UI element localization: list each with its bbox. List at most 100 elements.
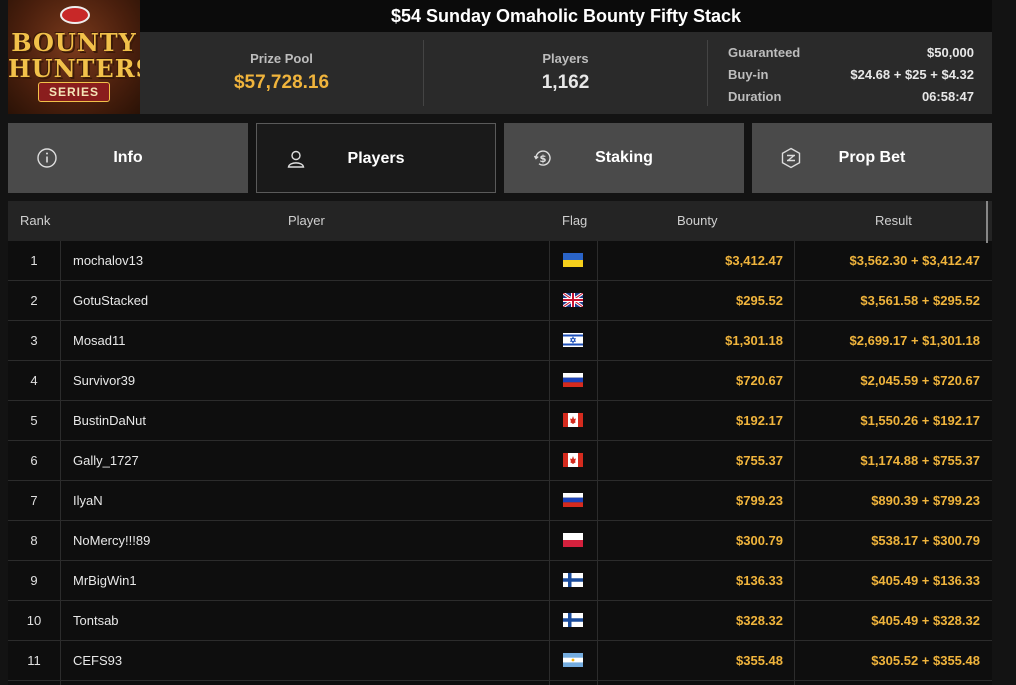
- result-cell: $405.49 + $328.32: [871, 613, 980, 628]
- buyin-label: Buy-in: [728, 67, 769, 82]
- guaranteed-label: Guaranteed: [728, 45, 801, 60]
- table-row[interactable]: 10 Tontsab $328.32 $405.49 + $328.32: [8, 601, 992, 641]
- tab-players[interactable]: Players: [256, 123, 496, 193]
- players-label: Players: [542, 51, 589, 66]
- rank-cell: 5: [30, 413, 38, 428]
- rank-cell: 3: [30, 333, 38, 348]
- bounty-cell: $799.23: [736, 493, 783, 508]
- result-cell: $2,045.59 + $720.67: [860, 373, 980, 388]
- bounty-cell: $328.32: [736, 613, 783, 628]
- result-cell: $890.39 + $799.23: [871, 493, 980, 508]
- player-name-cell[interactable]: mochalov13: [73, 241, 143, 281]
- tab-prop-bet-label: Prop Bet: [838, 149, 906, 166]
- stats-bar: Prize Pool $57,728.16 Players 1,162 Guar…: [140, 32, 992, 114]
- result-cell: $3,562.30 + $3,412.47: [849, 253, 980, 268]
- logo-line-2: HUNTERS: [8, 54, 140, 83]
- rank-cell: 7: [30, 493, 38, 508]
- table-row[interactable]: 11 CEFS93 $355.48 $305.52 + $355.48: [8, 641, 992, 681]
- result-cell: $1,174.88 + $755.37: [860, 453, 980, 468]
- table-row[interactable]: 4 Survivor39 $720.67 $2,045.59 + $720.67: [8, 361, 992, 401]
- country-flag-icon: [562, 291, 584, 309]
- header-rank[interactable]: Rank: [20, 201, 50, 241]
- country-flag-icon: [563, 573, 583, 587]
- tab-players-label: Players: [347, 150, 405, 167]
- players-value: 1,162: [541, 72, 590, 93]
- guaranteed-row: Guaranteed $50,000: [728, 42, 974, 64]
- rank-cell: 11: [27, 653, 41, 668]
- table-row[interactable]: 3 Mosad11 $1,301.18 $2,699.17 + $1,301.18: [8, 321, 992, 361]
- players-stat: Players 1,162: [424, 32, 707, 114]
- player-name-cell[interactable]: GotuStacked: [73, 281, 148, 321]
- buyin-row: Buy-in $24.68 + $25 + $4.32: [728, 64, 974, 86]
- duration-value: 06:58:47: [921, 89, 974, 104]
- poker-chip-icon: [60, 6, 90, 24]
- table-row[interactable]: 8 NoMercy!!!89 $300.79 $538.17 + $300.79: [8, 521, 992, 561]
- tab-staking[interactable]: $ Staking: [504, 123, 744, 193]
- tab-bar: Info Players $ Staking Prop Bet: [8, 123, 992, 193]
- prize-pool-value: $57,728.16: [233, 72, 330, 93]
- result-cell: $538.17 + $300.79: [871, 533, 980, 548]
- bounty-cell: $295.52: [736, 293, 783, 308]
- bounty-cell: $720.67: [736, 373, 783, 388]
- country-flag-icon: [563, 653, 583, 667]
- buyin-value: $24.68 + $25 + $4.32: [850, 67, 974, 82]
- bounty-cell: $192.17: [736, 413, 783, 428]
- stat-divider: [707, 40, 708, 106]
- bounty-cell: $755.37: [736, 453, 783, 468]
- result-cell: $3,561.58 + $295.52: [860, 293, 980, 308]
- country-flag-icon: [563, 373, 583, 387]
- scrollbar[interactable]: [986, 201, 988, 243]
- player-name-cell[interactable]: Mosad11: [73, 321, 126, 361]
- rank-cell: 4: [30, 373, 38, 388]
- prize-pool-stat: Prize Pool $57,728.16: [140, 32, 423, 114]
- player-name-cell[interactable]: MrBigWin1: [73, 561, 137, 601]
- rank-cell: 8: [30, 533, 38, 548]
- table-row[interactable]: 5 BustinDaNut $192.17 $1,550.26 + $192.17: [8, 401, 992, 441]
- player-name-cell[interactable]: BustinDaNut: [73, 401, 146, 441]
- header-player[interactable]: Player: [288, 201, 325, 241]
- prize-pool-label: Prize Pool: [250, 51, 313, 66]
- header-bounty[interactable]: Bounty: [677, 201, 717, 241]
- guaranteed-value: $50,000: [927, 45, 974, 60]
- country-flag-icon: [563, 613, 583, 627]
- rank-cell: 1: [30, 253, 38, 268]
- header-flag[interactable]: Flag: [562, 201, 587, 241]
- country-flag-icon: [563, 533, 583, 547]
- table-row[interactable]: 2 GotuStacked $295.52 $3,561.58 + $295.52: [8, 281, 992, 321]
- tab-prop-bet[interactable]: Prop Bet: [752, 123, 992, 193]
- tournament-title: $54 Sunday Omaholic Bounty Fifty Stack: [140, 0, 992, 32]
- duration-label: Duration: [728, 89, 782, 104]
- table-row[interactable]: 9 MrBigWin1 $136.33 $405.49 + $136.33: [8, 561, 992, 601]
- logo-line-1: BOUNTY: [11, 28, 137, 57]
- player-name-cell[interactable]: Survivor39: [73, 361, 135, 401]
- players-table: Rank Player Flag Bounty Result 1 mochalov…: [8, 201, 992, 685]
- bounty-hunters-logo: BOUNTY HUNTERS SERIES: [8, 0, 140, 114]
- result-cell: $2,699.17 + $1,301.18: [849, 333, 980, 348]
- country-flag-icon: [563, 453, 583, 467]
- bounty-cell: $1,301.18: [725, 333, 783, 348]
- tab-info[interactable]: Info: [8, 123, 248, 193]
- header-result[interactable]: Result: [875, 201, 912, 241]
- player-name-cell[interactable]: Gally_1727: [73, 441, 139, 481]
- logo-line-3: SERIES: [38, 82, 110, 102]
- tab-info-label: Info: [113, 149, 143, 166]
- table-row[interactable]: 7 IlyaN $799.23 $890.39 + $799.23: [8, 481, 992, 521]
- duration-row: Duration 06:58:47: [728, 86, 974, 108]
- player-name-cell[interactable]: IlyaN: [73, 481, 103, 521]
- table-header: Rank Player Flag Bounty Result: [8, 201, 992, 243]
- country-flag-icon: [563, 493, 583, 507]
- bounty-cell: $3,412.47: [725, 253, 783, 268]
- player-name-cell[interactable]: Tontsab: [73, 601, 119, 641]
- bounty-cell: $136.33: [736, 573, 783, 588]
- rank-cell: 2: [30, 293, 38, 308]
- rank-cell: 10: [26, 613, 42, 628]
- bounty-cell: $355.48: [736, 653, 783, 668]
- bounty-cell: $300.79: [736, 533, 783, 548]
- tournament-details: Guaranteed $50,000 Buy-in $24.68 + $25 +…: [728, 42, 974, 108]
- player-name-cell[interactable]: NoMercy!!!89: [73, 521, 150, 561]
- country-flag-icon: [563, 333, 583, 347]
- table-row[interactable]: 1 mochalov13 $3,412.47 $3,562.30 + $3,412.4…: [8, 241, 992, 281]
- player-name-cell[interactable]: CEFS93: [73, 641, 122, 681]
- table-row[interactable]: 6 Gally_1727 $755.37 $1,174.88 + $755.37: [8, 441, 992, 481]
- result-cell: $405.49 + $136.33: [871, 573, 980, 588]
